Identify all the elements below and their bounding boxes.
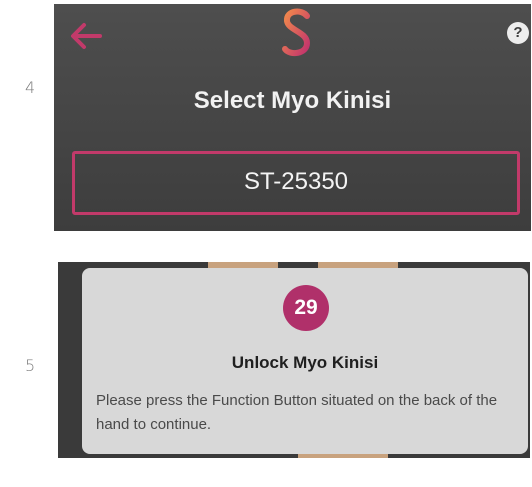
instruction-page: 4 ? Select Myo Kinisi ST-25350 5 29 Unlo… — [0, 0, 532, 487]
step-number: 5 — [25, 356, 36, 375]
s-logo-icon — [280, 6, 314, 60]
help-icon[interactable]: ? — [507, 22, 529, 44]
dialog-message: Please press the Function Button situate… — [96, 392, 498, 433]
unlock-dialog: 29 Unlock Myo Kinisi Please press the Fu… — [82, 268, 528, 454]
arrow-left-icon[interactable] — [70, 22, 104, 50]
device-id-label: ST-25350 — [243, 168, 349, 195]
step-number: 4 — [25, 78, 36, 97]
select-device-screen: ? Select Myo Kinisi ST-25350 — [54, 4, 531, 231]
device-item-button[interactable]: ST-25350 — [72, 151, 520, 215]
countdown-badge: 29 — [283, 285, 329, 331]
unlock-screen: 29 Unlock Myo Kinisi Please press the Fu… — [58, 262, 530, 458]
dialog-title: Unlock Myo Kinisi — [231, 353, 379, 372]
screen-title: Select Myo Kinisi — [193, 87, 392, 114]
